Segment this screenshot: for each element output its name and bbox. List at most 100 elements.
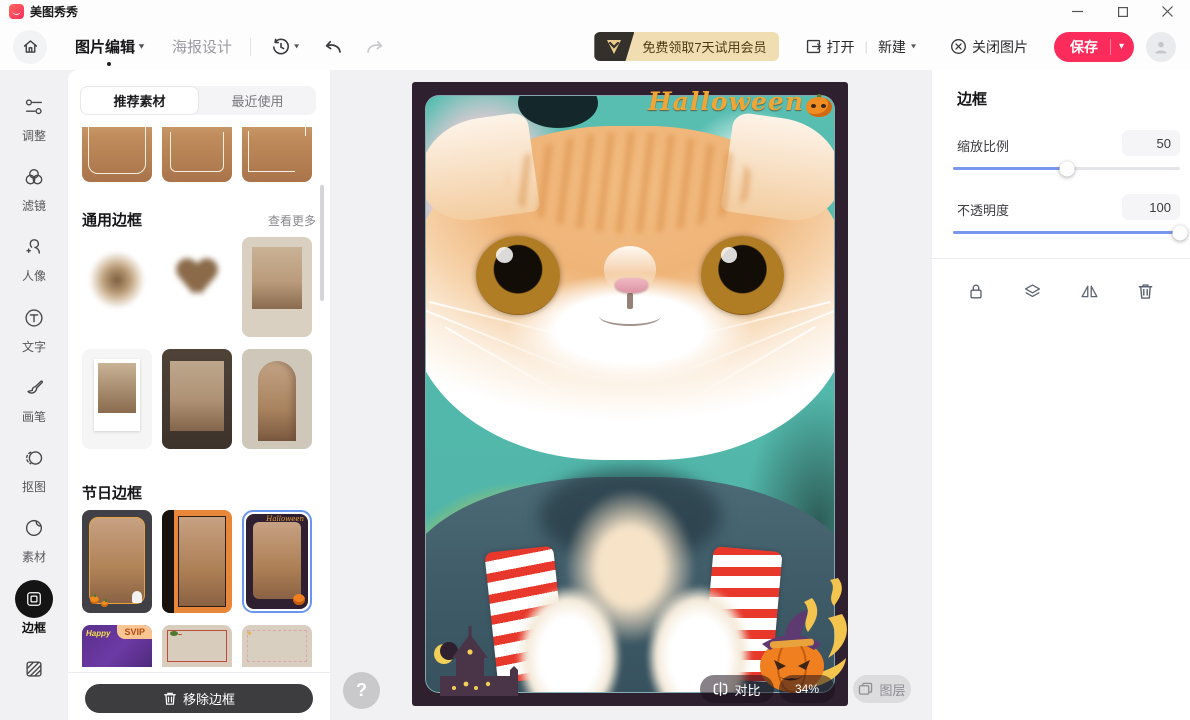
menu-poster-design[interactable]: 海报设计 xyxy=(172,36,232,57)
save-dropdown-button[interactable]: ▾ xyxy=(1111,41,1134,52)
inspector-divider xyxy=(932,258,1190,259)
opacity-value-input[interactable]: 100 xyxy=(1122,194,1180,220)
rail-item-filter[interactable]: 滤镜 xyxy=(0,158,68,228)
holly-icon xyxy=(170,631,178,636)
scale-value-input[interactable]: 50 xyxy=(1122,130,1180,156)
frame-thumbnail-polaroid[interactable] xyxy=(82,349,152,449)
slider-thumb[interactable] xyxy=(1173,225,1188,240)
separator: | xyxy=(865,39,868,54)
ghost-icon xyxy=(132,591,142,603)
frame-thumbnail-halloween-selected[interactable]: Halloween xyxy=(242,510,312,613)
frame-thumbnail[interactable] xyxy=(82,127,152,182)
rail-item-mosaic[interactable] xyxy=(0,650,68,720)
frame-thumbnail-matte[interactable] xyxy=(242,237,312,337)
active-menu-dot xyxy=(107,62,111,66)
layer-actions xyxy=(932,274,1190,308)
frame-thumbnail-pastel[interactable]: ✦ xyxy=(242,625,312,667)
menu-photo-edit[interactable]: 图片编辑 ▾ xyxy=(75,36,144,57)
rail-item-text[interactable]: 文字 xyxy=(0,299,68,369)
scale-slider[interactable] xyxy=(953,167,1180,170)
window-controls xyxy=(1055,0,1190,23)
chevron-down-icon: ▾ xyxy=(911,42,916,51)
frame-thumbnail-halloween-orange[interactable] xyxy=(162,510,232,613)
redo-button[interactable] xyxy=(365,37,387,57)
frame-thumbnail-dark[interactable] xyxy=(162,349,232,449)
open-file-icon xyxy=(805,38,822,55)
close-image-button[interactable]: 关闭图片 xyxy=(950,37,1028,57)
panel-divider xyxy=(68,672,330,673)
tab-recommended[interactable]: 推荐素材 xyxy=(80,86,199,115)
frame-thumbnail[interactable] xyxy=(242,127,312,182)
slider-thumb[interactable] xyxy=(1059,161,1074,176)
halloween-castle-decoration xyxy=(426,618,536,696)
flip-horizontal-button[interactable] xyxy=(1072,274,1106,308)
filter-circles-icon xyxy=(23,166,45,188)
tab-recent[interactable]: 最近使用 xyxy=(199,86,316,115)
sticker-icon xyxy=(23,517,45,539)
frame-thumbnail-oval[interactable] xyxy=(82,237,152,337)
main-toolbar: 图片编辑 ▾ 海报设计 ▾ 免费领取7天试用会员 xyxy=(0,23,1190,70)
meitu-app-window: 美图秀秀 图片编辑 ▾ 海报设计 ▾ xyxy=(0,0,1190,720)
general-frames-grid xyxy=(82,237,316,449)
opacity-slider[interactable] xyxy=(953,231,1180,234)
history-button[interactable]: ▾ xyxy=(271,37,299,57)
app-name: 美图秀秀 xyxy=(30,3,78,20)
adjust-sliders-icon xyxy=(23,96,45,118)
opacity-label: 不透明度 xyxy=(957,200,1009,219)
home-button[interactable] xyxy=(13,30,47,64)
holiday-frames-grid: Halloween xyxy=(82,510,316,613)
left-tool-rail: 调整 滤镜 人像 文字 画笔 抠图 素材 边框 xyxy=(0,70,68,720)
maximize-button[interactable] xyxy=(1100,0,1145,23)
rail-item-sticker[interactable]: 素材 xyxy=(0,509,68,579)
undo-button[interactable] xyxy=(321,37,343,57)
trash-icon xyxy=(1137,282,1154,300)
delete-button[interactable] xyxy=(1129,274,1163,308)
compare-button[interactable]: 对比 xyxy=(700,675,774,703)
rail-item-cutout[interactable]: 抠图 xyxy=(0,439,68,509)
cat-nose xyxy=(615,278,648,293)
svip-badge: SVIP xyxy=(117,625,152,639)
frame-thumbnail-svip[interactable]: Happy SVIP xyxy=(82,625,152,667)
trial-membership-badge[interactable]: 免费领取7天试用会员 xyxy=(594,32,778,61)
close-button[interactable] xyxy=(1145,0,1190,23)
cat-eye xyxy=(701,236,785,315)
save-split-button[interactable]: 保存 ▾ xyxy=(1054,32,1134,62)
pumpkin-icon xyxy=(293,594,305,605)
frame-thumbnail-holly[interactable] xyxy=(162,625,232,667)
inspector-panel: 边框 缩放比例 50 不透明度 100 xyxy=(932,70,1190,720)
section-holiday-header: 节日边框 xyxy=(82,482,316,503)
rail-item-portrait[interactable]: 人像 xyxy=(0,228,68,298)
save-button[interactable]: 保存 xyxy=(1054,37,1110,57)
frame-thumbnail-arch[interactable] xyxy=(242,349,312,449)
cutout-icon xyxy=(23,447,45,469)
section-general-header: 通用边框 查看更多 xyxy=(82,209,316,230)
editor-canvas[interactable]: Halloween xyxy=(412,82,848,706)
lock-button[interactable] xyxy=(959,274,993,308)
chevron-down-icon: ▾ xyxy=(139,42,144,51)
rail-item-adjust[interactable]: 调整 xyxy=(0,88,68,158)
zoom-level-indicator[interactable]: 34% xyxy=(779,675,835,703)
title-bar: 美图秀秀 xyxy=(0,0,1190,23)
section-title: 节日边框 xyxy=(82,482,142,503)
border-icon xyxy=(24,589,44,609)
remove-border-button[interactable]: 移除边框 xyxy=(85,684,313,713)
open-button[interactable]: 打开 xyxy=(805,37,855,57)
panel-scrollbar[interactable] xyxy=(320,185,324,301)
new-button[interactable]: 新建 ▾ xyxy=(878,37,916,57)
layers-button[interactable]: 图层 xyxy=(853,675,911,703)
rail-item-brush[interactable]: 画笔 xyxy=(0,369,68,439)
layer-order-button[interactable] xyxy=(1016,274,1050,308)
pumpkin-icon xyxy=(101,601,108,607)
frame-thumbnail[interactable] xyxy=(162,127,232,182)
frame-thumbnail-heart[interactable] xyxy=(162,237,232,337)
help-button[interactable]: ? xyxy=(343,672,380,709)
cat-head xyxy=(425,126,835,460)
layers-panel-icon xyxy=(858,682,873,696)
see-more-link[interactable]: 查看更多 xyxy=(268,212,316,229)
rail-item-border[interactable]: 边框 xyxy=(0,580,68,650)
toolbar-separator xyxy=(250,38,251,56)
frame-thumbnail-halloween-dark[interactable] xyxy=(82,510,152,613)
minimize-button[interactable] xyxy=(1055,0,1100,23)
star-icon: ✦ xyxy=(246,629,253,638)
user-avatar[interactable] xyxy=(1146,32,1176,62)
